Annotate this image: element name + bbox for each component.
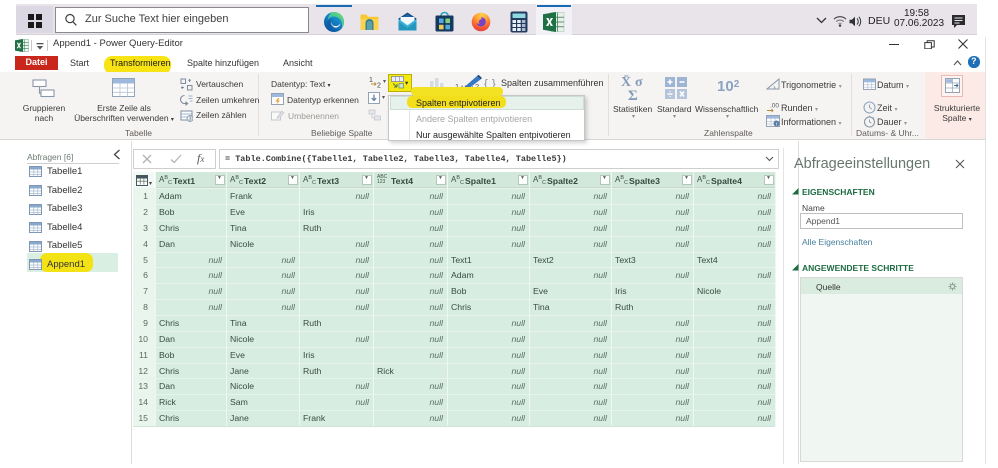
svg-text:.00: .00	[770, 102, 779, 109]
svg-text:1: 1	[369, 77, 373, 84]
svg-text:Σ: Σ	[628, 88, 638, 101]
svg-text:2: 2	[377, 83, 381, 89]
svg-text:3: 3	[188, 117, 191, 122]
